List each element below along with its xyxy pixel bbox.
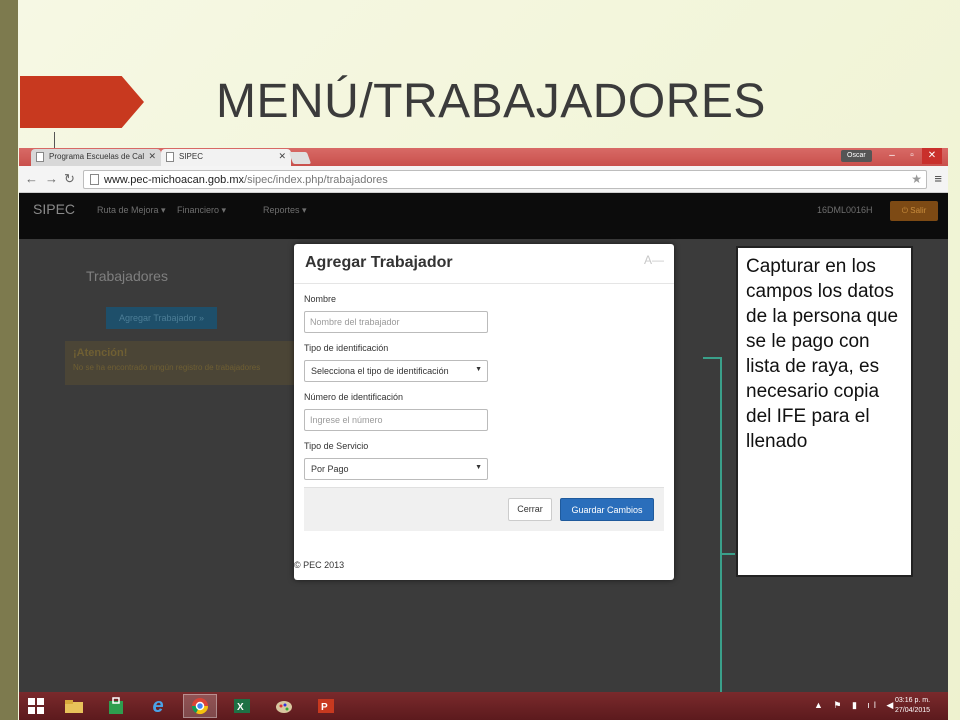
back-icon[interactable]: ← xyxy=(25,171,38,186)
browser-tab-programa[interactable]: Programa Escuelas de Cal ✕ xyxy=(31,149,161,166)
close-window-icon[interactable]: ✕ xyxy=(922,148,942,164)
id-number-label: Número de identificación xyxy=(304,392,404,402)
browser-tab-sipec[interactable]: SIPEC ✕ xyxy=(161,149,291,166)
powerpoint-icon[interactable]: P xyxy=(309,694,343,718)
browser-profile-chip[interactable]: Oscar xyxy=(841,150,872,162)
windows-start-icon[interactable] xyxy=(28,698,44,714)
instruction-callout: Capturar en los campos los datos de la p… xyxy=(736,246,913,577)
nav-financiero[interactable]: Financiero ▾ xyxy=(177,205,226,216)
alert-title: ¡Atención! xyxy=(73,347,128,359)
page-icon xyxy=(36,152,44,162)
page-icon xyxy=(90,174,99,185)
nav-reportes[interactable]: Reportes ▾ xyxy=(263,205,307,216)
svg-text:X: X xyxy=(237,702,244,713)
store-icon[interactable] xyxy=(99,694,133,718)
modal-footer: Cerrar Guardar Cambios xyxy=(304,487,664,531)
slide-arrow-decoration xyxy=(20,76,144,128)
tab-label: Programa Escuelas de Cal xyxy=(49,152,145,161)
modal-title: Agregar Trabajador xyxy=(305,254,453,271)
id-number-input[interactable] xyxy=(304,409,488,431)
cancel-button[interactable]: Cerrar xyxy=(508,498,552,521)
save-button[interactable]: Guardar Cambios xyxy=(560,498,654,521)
app-brand[interactable]: SIPEC xyxy=(33,201,75,217)
caret-down-icon: ▼ xyxy=(475,464,482,471)
minimize-icon[interactable]: – xyxy=(882,148,902,164)
add-worker-modal: Agregar Trabajador A— Nombre Tipo de ide… xyxy=(294,244,674,580)
window-controls: – ▫ ✕ xyxy=(882,148,942,164)
paint-icon[interactable] xyxy=(267,694,301,718)
warning-alert: ¡Atención! No se ha encontrado ningún re… xyxy=(65,341,295,385)
internet-explorer-icon[interactable]: e xyxy=(141,694,175,718)
add-worker-button[interactable]: Agregar Trabajador » xyxy=(106,307,217,329)
windows-taskbar: e X P ▲ ⚑ ▮ ıl ◀ 03:16 p. m. 27/04/2015 xyxy=(19,692,948,720)
url-input[interactable]: www.pec-michoacan.gob.mx/sipec/index.php… xyxy=(83,170,927,189)
reload-icon[interactable]: ↻ xyxy=(64,171,75,187)
page-icon xyxy=(166,152,174,162)
url-text: www.pec-michoacan.gob.mx/sipec/index.php… xyxy=(104,174,388,186)
modal-divider xyxy=(294,283,674,284)
chrome-icon[interactable] xyxy=(183,694,217,718)
browser-tab-bar: Programa Escuelas de Cal ✕ SIPEC ✕ Oscar… xyxy=(19,148,948,166)
new-tab-button[interactable] xyxy=(288,152,312,164)
address-bar: ← → ↻ www.pec-michoacan.gob.mx/sipec/ind… xyxy=(19,166,948,193)
slide-title: MENÚ/TRABAJADORES xyxy=(216,75,766,128)
nav-ruta-de-mejora[interactable]: Ruta de Mejora ▾ xyxy=(97,205,166,216)
maximize-icon[interactable]: ▫ xyxy=(902,148,922,164)
close-icon[interactable]: A— xyxy=(644,253,664,267)
service-type-label: Tipo de Servicio xyxy=(304,441,369,451)
name-input[interactable] xyxy=(304,311,488,333)
tab-label: SIPEC xyxy=(179,152,204,161)
bookmark-star-icon[interactable]: ★ xyxy=(911,172,922,186)
id-type-selected-value: Selecciona el tipo de identificación xyxy=(311,366,449,376)
service-type-select[interactable]: Por Pago ▼ xyxy=(304,458,488,480)
file-explorer-icon[interactable] xyxy=(57,694,91,718)
id-type-label: Tipo de identificación xyxy=(304,343,389,353)
close-tab-icon[interactable]: ✕ xyxy=(278,151,286,162)
page-heading: Trabajadores xyxy=(86,268,168,284)
excel-icon[interactable]: X xyxy=(225,694,259,718)
copyright-text: © PEC 2013 xyxy=(294,560,345,570)
bracket-annotation xyxy=(703,357,735,720)
svg-text:P: P xyxy=(321,702,328,713)
name-label: Nombre xyxy=(304,294,337,304)
system-tray[interactable]: ▲ ⚑ ▮ ıl ◀ xyxy=(814,700,897,711)
alert-text: No se ha encontrado ningún registro de t… xyxy=(73,363,261,372)
logout-button[interactable]: ⏻ Salir xyxy=(890,201,938,221)
forward-icon[interactable]: → xyxy=(45,171,58,186)
caret-down-icon: ▼ xyxy=(475,366,482,373)
school-code: 16DML0016H xyxy=(817,205,873,215)
close-tab-icon[interactable]: ✕ xyxy=(148,151,156,162)
id-type-select[interactable]: Selecciona el tipo de identificación ▼ xyxy=(304,360,488,382)
taskbar-clock[interactable]: 03:16 p. m. 27/04/2015 xyxy=(895,696,930,716)
service-type-selected-value: Por Pago xyxy=(311,464,349,474)
slide-left-bar xyxy=(0,0,18,720)
app-navbar: SIPEC Ruta de Mejora ▾ Financiero ▾ Repo… xyxy=(19,193,948,239)
browser-menu-icon[interactable]: ≡ xyxy=(934,171,942,186)
